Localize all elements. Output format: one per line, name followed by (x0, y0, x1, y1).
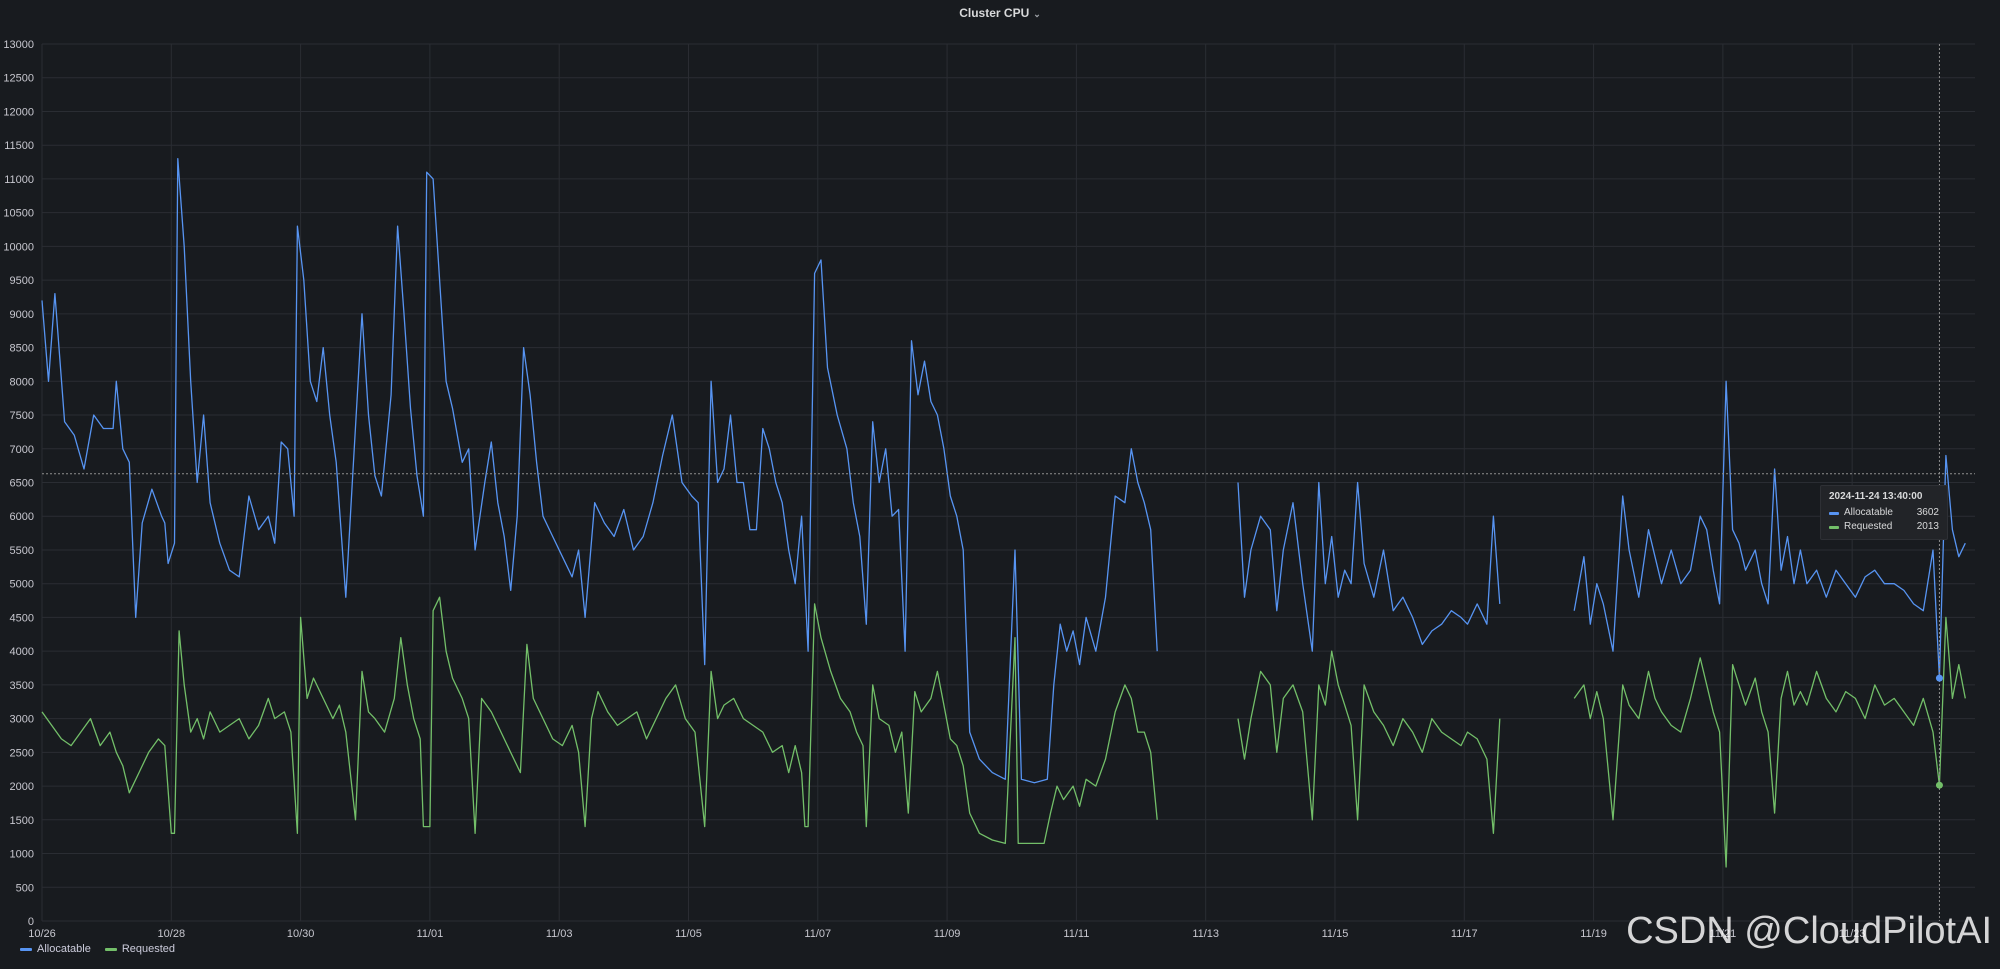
y-tick-label: 6500 (10, 478, 34, 490)
y-tick-label: 8000 (10, 376, 34, 388)
x-tick-label: 11/09 (934, 928, 961, 940)
tooltip-row-requested: Requested 2013 (1829, 520, 1939, 534)
y-tick-label: 10500 (3, 208, 34, 220)
y-tick-label: 7000 (10, 444, 34, 456)
y-tick-label: 1000 (10, 849, 34, 861)
x-tick-label: 11/03 (546, 928, 573, 940)
tooltip-series-name: Allocatable (1844, 507, 1893, 518)
y-axis: 0 500 1000 1500 2000 2500 3000 3500 4000 4500 5000… (3, 39, 34, 928)
series-line-allocatable (1237, 481, 1501, 652)
x-tick-label: 11/01 (417, 928, 444, 940)
y-tick-label: 6000 (10, 511, 34, 523)
requested-swatch (1829, 525, 1839, 529)
x-tick-label: 11/19 (1580, 928, 1607, 940)
tooltip-series-value: 3602 (1916, 507, 1939, 518)
x-tick-label: 11/07 (804, 928, 831, 940)
legend-label: Requested (121, 943, 176, 955)
x-tick-label: 10/28 (158, 928, 186, 940)
y-tick-label: 7500 (10, 410, 34, 422)
y-tick-label: 13000 (3, 39, 34, 51)
x-tick-label: 11/15 (1322, 928, 1349, 940)
y-tick-label: 3500 (10, 680, 34, 692)
x-tick-label: 11/17 (1451, 928, 1478, 940)
series-line-requested (1237, 650, 1501, 834)
tooltip-series-name: Requested (1844, 521, 1893, 532)
hover-point (1935, 781, 1943, 789)
y-tick-label: 4500 (10, 612, 34, 624)
y-tick-label: 2000 (10, 781, 34, 793)
y-tick-label: 11500 (4, 140, 34, 152)
tooltip-row-allocatable: Allocatable 3602 (1829, 506, 1939, 520)
y-tick-label: 12500 (3, 73, 34, 85)
y-tick-label: 1500 (10, 815, 34, 827)
legend-item-requested[interactable]: Requested (104, 943, 176, 955)
x-tick-label: 10/30 (287, 928, 315, 940)
y-tick-label: 5000 (10, 579, 34, 591)
legend-label: Allocatable (37, 943, 91, 955)
series-line-requested (1573, 616, 1966, 868)
x-tick-label: 11/11 (1063, 928, 1089, 940)
tooltip-series-value: 2013 (1916, 521, 1939, 532)
legend-item-allocatable[interactable]: Allocatable (20, 943, 91, 955)
series-line-allocatable (41, 158, 1158, 784)
y-tick-label: 3000 (10, 714, 34, 726)
x-tick-label: 11/05 (675, 928, 702, 940)
chart-panel: Cluster CPU ⌄ 0 500 1000 1500 2000 2500 3000 350… (0, 0, 2000, 969)
y-tick-label: 2500 (10, 747, 34, 759)
y-tick-label: 9000 (10, 309, 34, 321)
allocatable-swatch (1829, 511, 1839, 515)
tooltip: 2024-11-24 13:40:00 Allocatable 3602 Req… (1820, 485, 1948, 540)
y-tick-label: 0 (28, 916, 34, 928)
allocatable-swatch (20, 947, 32, 951)
chart-series (41, 158, 1966, 868)
y-tick-label: 10000 (3, 241, 34, 253)
series-line-requested (41, 596, 1158, 845)
requested-swatch (104, 947, 117, 951)
x-tick-label: 10/26 (28, 928, 56, 940)
y-tick-label: 11000 (4, 174, 34, 186)
y-tick-label: 9500 (10, 275, 34, 287)
chart-grid (41, 43, 1975, 922)
y-tick-label: 500 (16, 882, 34, 894)
x-tick-label: 11/13 (1192, 928, 1219, 940)
legend: Allocatable Requested (20, 943, 175, 955)
tooltip-time: 2024-11-24 13:40:00 (1829, 491, 1923, 502)
y-tick-label: 5500 (10, 545, 34, 557)
x-axis: 10/26 10/28 10/30 11/01 11/03 11/05 11/07 11/09… (28, 928, 1865, 940)
y-tick-label: 8500 (10, 343, 34, 355)
y-tick-label: 12000 (3, 106, 34, 118)
chart-canvas[interactable]: 0 500 1000 1500 2000 2500 3000 3500 4000 4500 5000… (0, 0, 2000, 969)
watermark: CSDN @CloudPilotAI (1626, 910, 1992, 952)
hover-point (1935, 674, 1943, 682)
y-tick-label: 4000 (10, 646, 34, 658)
